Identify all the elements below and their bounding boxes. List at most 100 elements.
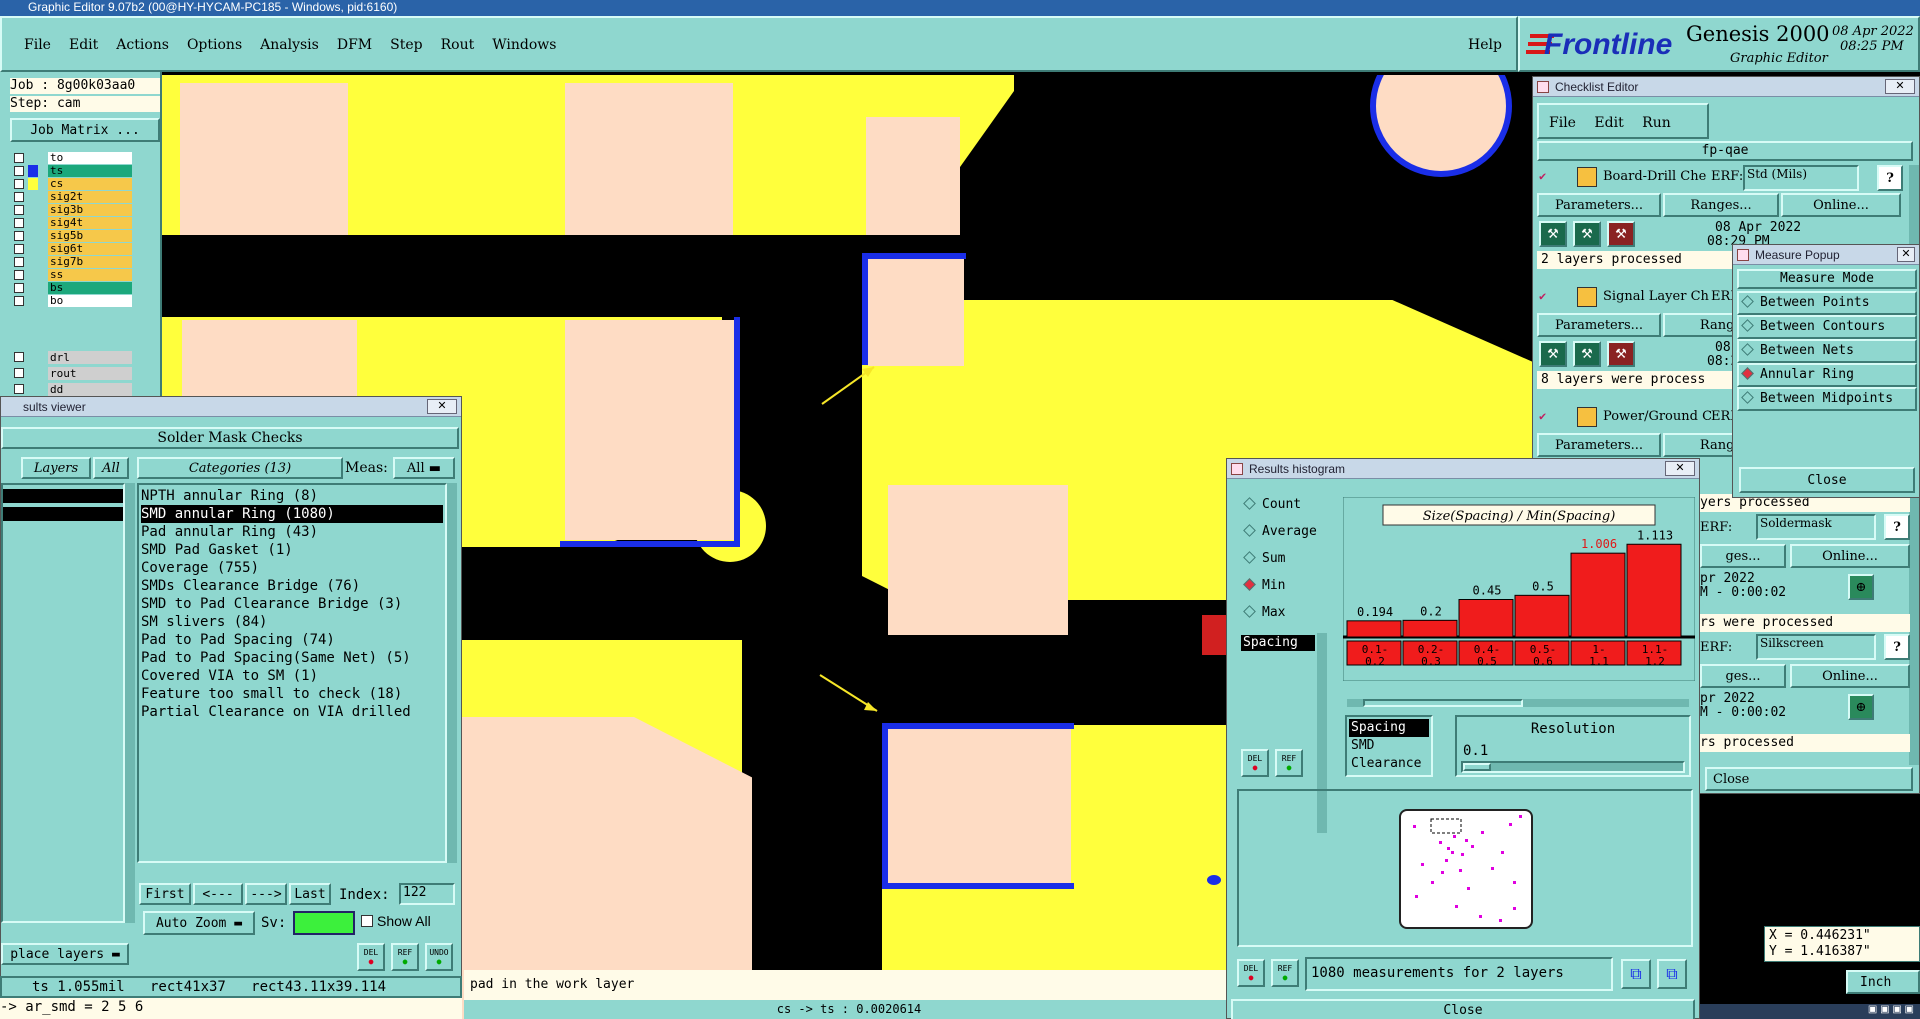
measure-mode-option[interactable]: Between Contours	[1737, 315, 1917, 339]
layer-name[interactable]: cs	[48, 178, 132, 190]
last-button[interactable]: Last	[289, 883, 331, 905]
menu-windows[interactable]: Windows	[492, 37, 556, 53]
histogram-close-button[interactable]: Close	[1231, 999, 1695, 1019]
layer-name[interactable]: sig5b	[48, 230, 132, 242]
layer-checkbox[interactable]	[14, 179, 24, 189]
hist-ref-icon[interactable]: REF ●	[1275, 749, 1303, 777]
histogram-option[interactable]: Max	[1241, 603, 1331, 630]
job-matrix-button[interactable]: Job Matrix ...	[10, 118, 160, 142]
category-item[interactable]: SM slivers (84)	[141, 613, 443, 631]
category-item[interactable]: Pad to Pad Spacing (74)	[141, 631, 443, 649]
categories-header[interactable]: Categories (13)	[137, 457, 343, 479]
layer-checkbox[interactable]	[14, 368, 24, 378]
layers-all-button[interactable]: All	[93, 457, 129, 479]
row-check-icon[interactable]: ✔	[1539, 289, 1553, 303]
menu-file[interactable]: File	[24, 37, 51, 53]
menu-help[interactable]: Help	[1468, 37, 1502, 53]
del-icon[interactable]: DEL ●	[357, 943, 385, 971]
histogram-option[interactable]: Min	[1241, 576, 1331, 603]
histogram-bar[interactable]	[1514, 594, 1570, 638]
histogram-bar[interactable]	[1570, 552, 1626, 638]
histogram-bar[interactable]	[1402, 619, 1458, 638]
close-icon[interactable]: ✕	[427, 399, 457, 414]
layer-row-sig7b[interactable]: sig7b	[12, 256, 132, 269]
checklist-close-button[interactable]: Close	[1705, 767, 1913, 791]
menu-dfm[interactable]: DFM	[337, 37, 372, 53]
units-dropdown[interactable]: Inch	[1846, 970, 1920, 994]
layer-name[interactable]: sig2t	[48, 191, 132, 203]
menu-options[interactable]: Options	[187, 37, 242, 53]
prev-button[interactable]: <---	[193, 883, 243, 905]
ranges-button[interactable]: Ranges...	[1663, 193, 1779, 217]
partial-erf-value[interactable]: Soldermask	[1756, 514, 1876, 540]
command-line[interactable]: -> ar_smd = 2 5 6	[0, 998, 462, 1019]
chart-scroll-thumb[interactable]	[1363, 699, 1523, 707]
index-input[interactable]: 122	[399, 883, 455, 905]
parameters-button[interactable]: Parameters...	[1537, 433, 1661, 457]
help-icon[interactable]: ?	[1884, 634, 1910, 660]
layer-checkbox[interactable]	[14, 283, 24, 293]
measure-mode-option[interactable]: Between Points	[1737, 291, 1917, 315]
layer-checkbox[interactable]	[14, 296, 24, 306]
measure-mode-option[interactable]: Annular Ring	[1737, 363, 1917, 387]
layer-row-selected-2[interactable]	[3, 507, 123, 521]
layer-name[interactable]: bs	[48, 282, 132, 294]
measure-mode-option[interactable]: Between Nets	[1737, 339, 1917, 363]
layer-checkbox[interactable]	[14, 270, 24, 280]
ref-icon[interactable]: REF ●	[391, 943, 419, 971]
help-icon[interactable]: ?	[1884, 514, 1910, 540]
measure-type-smd[interactable]: SMD	[1349, 737, 1429, 755]
row-check-icon[interactable]: ✔	[1539, 409, 1553, 423]
zoom-icon[interactable]: ⊕	[1848, 574, 1874, 600]
hist-ref-icon-2[interactable]: REF ●	[1271, 959, 1299, 987]
row-label[interactable]: Signal Layer Ch	[1603, 289, 1711, 304]
row-label[interactable]: Board-Drill Che	[1603, 169, 1711, 184]
resolution-slider[interactable]	[1461, 761, 1685, 773]
run-icon[interactable]: ⚒	[1607, 221, 1635, 247]
histogram-option[interactable]: Sum	[1241, 549, 1331, 576]
layer-checkbox[interactable]	[14, 257, 24, 267]
drill-row-drl[interactable]: drl	[12, 350, 132, 366]
run-icon[interactable]: ⚒	[1539, 341, 1567, 367]
layer-name[interactable]: bo	[48, 295, 132, 307]
layer-name[interactable]: sig3b	[48, 204, 132, 216]
next-button[interactable]: --->	[245, 883, 287, 905]
layer-name[interactable]: drl	[48, 351, 132, 364]
import-icon[interactable]: ⧉	[1657, 959, 1687, 989]
parameters-button[interactable]: Parameters...	[1537, 193, 1661, 217]
layer-checkbox[interactable]	[14, 384, 24, 394]
partial-online[interactable]: Online...	[1790, 664, 1910, 688]
menu-edit[interactable]: Edit	[69, 37, 98, 53]
hist-del-icon[interactable]: DEL ●	[1241, 749, 1269, 777]
meas-dropdown[interactable]: All ▬	[393, 457, 455, 479]
board-overview-map[interactable]	[1399, 809, 1533, 929]
category-item[interactable]: NPTH annular Ring (8)	[141, 487, 443, 505]
first-button[interactable]: First	[139, 883, 191, 905]
layer-name[interactable]: rout	[48, 367, 132, 380]
show-all-checkbox[interactable]	[361, 915, 373, 927]
category-item[interactable]: SMDs Clearance Bridge (76)	[141, 577, 443, 595]
help-icon[interactable]: ?	[1877, 165, 1903, 191]
partial-ranges[interactable]: ges...	[1700, 544, 1786, 568]
hist-del-icon-2[interactable]: DEL ●	[1237, 959, 1265, 987]
layers-listbox[interactable]	[1, 483, 125, 923]
sv-color-swatch[interactable]	[293, 911, 355, 935]
layer-row-selected[interactable]	[3, 489, 123, 503]
layer-row-bs[interactable]: bs	[12, 282, 132, 295]
layer-checkbox[interactable]	[14, 166, 24, 176]
close-icon[interactable]: ✕	[1665, 461, 1695, 476]
menu-rout[interactable]: Rout	[441, 37, 475, 53]
layer-checkbox[interactable]	[14, 352, 24, 362]
layers-tab[interactable]: Layers	[21, 457, 91, 479]
partial-online[interactable]: Online...	[1790, 544, 1910, 568]
partial-erf-value[interactable]: Silkscreen	[1756, 634, 1876, 660]
run-icon[interactable]: ⚒	[1573, 221, 1601, 247]
measure-type-spacing[interactable]: Spacing	[1349, 719, 1429, 737]
measure-mode-option[interactable]: Between Midpoints	[1737, 387, 1917, 411]
menu-actions[interactable]: Actions	[116, 37, 169, 53]
layer-checkbox[interactable]	[14, 153, 24, 163]
row-label[interactable]: Power/Ground C	[1603, 409, 1711, 424]
category-item[interactable]: Pad annular Ring (43)	[141, 523, 443, 541]
partial-ranges[interactable]: ges...	[1700, 664, 1786, 688]
run-icon[interactable]: ⚒	[1573, 341, 1601, 367]
